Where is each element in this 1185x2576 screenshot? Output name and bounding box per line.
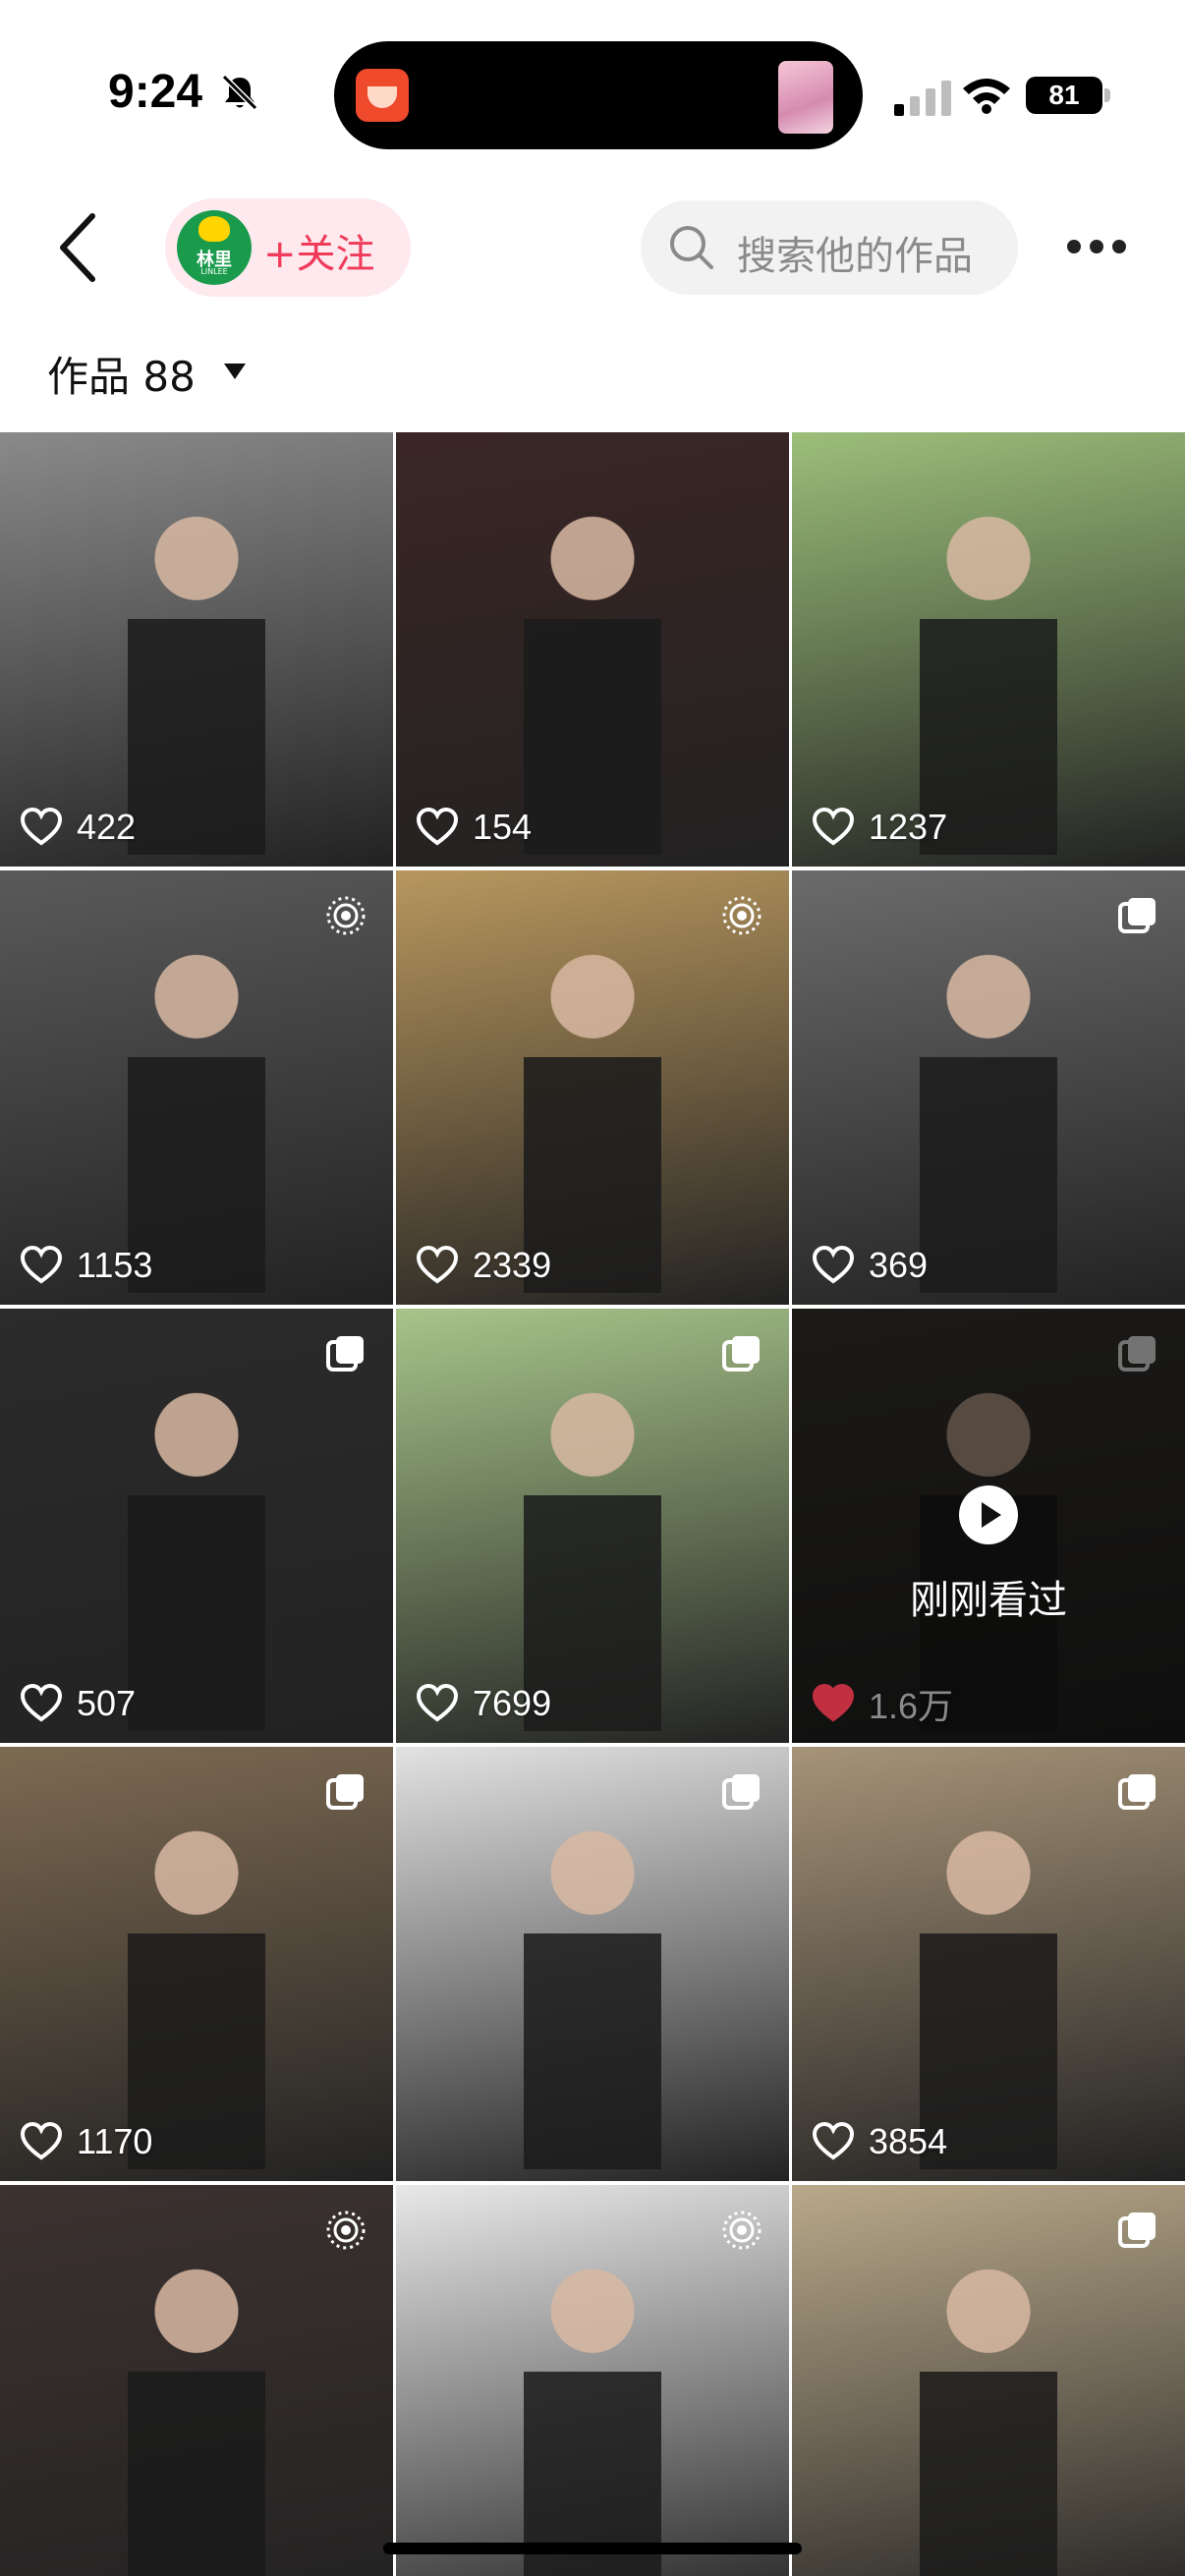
work-thumbnail[interactable]: 刚刚看过 1.6万 bbox=[792, 1309, 1185, 1743]
heart-icon bbox=[20, 1246, 63, 1284]
like-count: 507 bbox=[20, 1682, 136, 1725]
like-count-value: 369 bbox=[869, 1245, 929, 1285]
person-silhouette bbox=[118, 2244, 275, 2576]
person-silhouette bbox=[514, 2244, 671, 2576]
heart-icon bbox=[20, 808, 63, 846]
screen: 9:24 81 林里 LINLEE +关注 搜索他的作品 作品 88 422 1… bbox=[0, 0, 1185, 2576]
person-silhouette bbox=[514, 491, 671, 865]
heart-icon bbox=[416, 1246, 459, 1284]
like-count: 1153 bbox=[20, 1244, 152, 1287]
work-thumbnail[interactable] bbox=[396, 2185, 789, 2576]
status-time: 9:24 bbox=[108, 66, 203, 118]
like-count: 422 bbox=[20, 806, 136, 849]
avatar-logo-mark bbox=[198, 216, 230, 242]
media-thumbnail[interactable] bbox=[778, 61, 833, 134]
follow-label: +关注 bbox=[263, 232, 375, 277]
follow-button[interactable]: 林里 LINLEE +关注 bbox=[165, 198, 411, 297]
heart-icon bbox=[812, 1684, 855, 1722]
person-silhouette bbox=[118, 491, 275, 865]
gallery-icon bbox=[720, 1332, 763, 1375]
person-silhouette bbox=[910, 929, 1067, 1303]
like-count: 1.6万 bbox=[812, 1682, 953, 1726]
more-options-icon[interactable] bbox=[1065, 236, 1128, 259]
like-count: 369 bbox=[812, 1244, 928, 1287]
live-icon bbox=[324, 2209, 367, 2252]
work-thumbnail[interactable]: 3854 bbox=[792, 1747, 1185, 2181]
work-thumbnail[interactable] bbox=[792, 2185, 1185, 2576]
gallery-icon bbox=[1116, 894, 1159, 937]
person-silhouette bbox=[514, 1806, 671, 2179]
works-count-label[interactable]: 作品 88 bbox=[47, 344, 196, 404]
heart-icon bbox=[812, 808, 855, 846]
work-thumbnail[interactable]: 422 bbox=[0, 432, 393, 867]
like-count: 1170 bbox=[20, 2120, 152, 2163]
like-count: 1237 bbox=[812, 806, 947, 849]
muted-bell-icon bbox=[221, 74, 258, 111]
work-thumbnail[interactable]: 369 bbox=[792, 870, 1185, 1305]
like-count-value: 1.6万 bbox=[869, 1686, 954, 1726]
work-thumbnail[interactable] bbox=[0, 2185, 393, 2576]
heart-icon bbox=[416, 808, 459, 846]
gallery-icon bbox=[1116, 1770, 1159, 1814]
avatar-subtext: LINLEE bbox=[200, 267, 228, 276]
work-thumbnail[interactable] bbox=[396, 1747, 789, 2181]
like-count-value: 507 bbox=[77, 1683, 137, 1723]
work-thumbnail[interactable]: 154 bbox=[396, 432, 789, 867]
person-silhouette bbox=[910, 2244, 1067, 2576]
like-count: 3854 bbox=[812, 2120, 947, 2163]
gallery-icon bbox=[720, 1770, 763, 1814]
gallery-icon bbox=[324, 1332, 367, 1375]
like-count-value: 1153 bbox=[77, 1245, 153, 1285]
recently-viewed-label: 刚刚看过 bbox=[910, 1578, 1067, 1623]
work-thumbnail[interactable]: 2339 bbox=[396, 870, 789, 1305]
like-count-value: 154 bbox=[473, 807, 533, 847]
like-count: 154 bbox=[416, 806, 532, 849]
work-thumbnail[interactable]: 1153 bbox=[0, 870, 393, 1305]
gallery-icon bbox=[1116, 2209, 1159, 2252]
person-silhouette bbox=[118, 1368, 275, 1741]
like-count-value: 422 bbox=[77, 807, 137, 847]
cellular-signal-icon bbox=[894, 81, 951, 116]
play-icon[interactable] bbox=[959, 1485, 1018, 1544]
heart-icon bbox=[812, 2122, 855, 2160]
like-count-value: 1237 bbox=[869, 807, 948, 847]
like-count: 2339 bbox=[416, 1244, 551, 1287]
like-count-value: 1170 bbox=[77, 2121, 153, 2161]
like-count-value: 3854 bbox=[869, 2121, 948, 2161]
heart-icon bbox=[20, 1684, 63, 1722]
heart-icon bbox=[20, 2122, 63, 2160]
like-count-value: 2339 bbox=[473, 1245, 552, 1285]
battery-level: 81 bbox=[1026, 77, 1102, 114]
app-activity-icon[interactable] bbox=[356, 69, 409, 122]
avatar[interactable]: 林里 LINLEE bbox=[177, 210, 252, 285]
work-thumbnail[interactable]: 507 bbox=[0, 1309, 393, 1743]
back-chevron-icon[interactable] bbox=[55, 208, 104, 287]
like-count-value: 7699 bbox=[473, 1683, 552, 1723]
gallery-icon bbox=[324, 1770, 367, 1814]
search-icon bbox=[670, 226, 713, 269]
home-indicator[interactable] bbox=[383, 2543, 802, 2554]
search-placeholder: 搜索他的作品 bbox=[737, 234, 973, 279]
live-icon bbox=[720, 894, 763, 937]
like-count: 7699 bbox=[416, 1682, 551, 1725]
live-icon bbox=[720, 2209, 763, 2252]
work-thumbnail[interactable]: 1237 bbox=[792, 432, 1185, 867]
search-input[interactable]: 搜索他的作品 bbox=[641, 200, 1018, 295]
work-thumbnail[interactable]: 1170 bbox=[0, 1747, 393, 2181]
wifi-icon bbox=[963, 79, 1010, 114]
heart-icon bbox=[416, 1684, 459, 1722]
work-thumbnail[interactable]: 7699 bbox=[396, 1309, 789, 1743]
dynamic-island[interactable] bbox=[334, 41, 863, 149]
live-icon bbox=[324, 894, 367, 937]
dropdown-triangle-icon[interactable] bbox=[222, 362, 248, 381]
status-bar: 9:24 81 bbox=[0, 0, 1185, 187]
battery-tip bbox=[1104, 88, 1110, 102]
heart-icon bbox=[812, 1246, 855, 1284]
